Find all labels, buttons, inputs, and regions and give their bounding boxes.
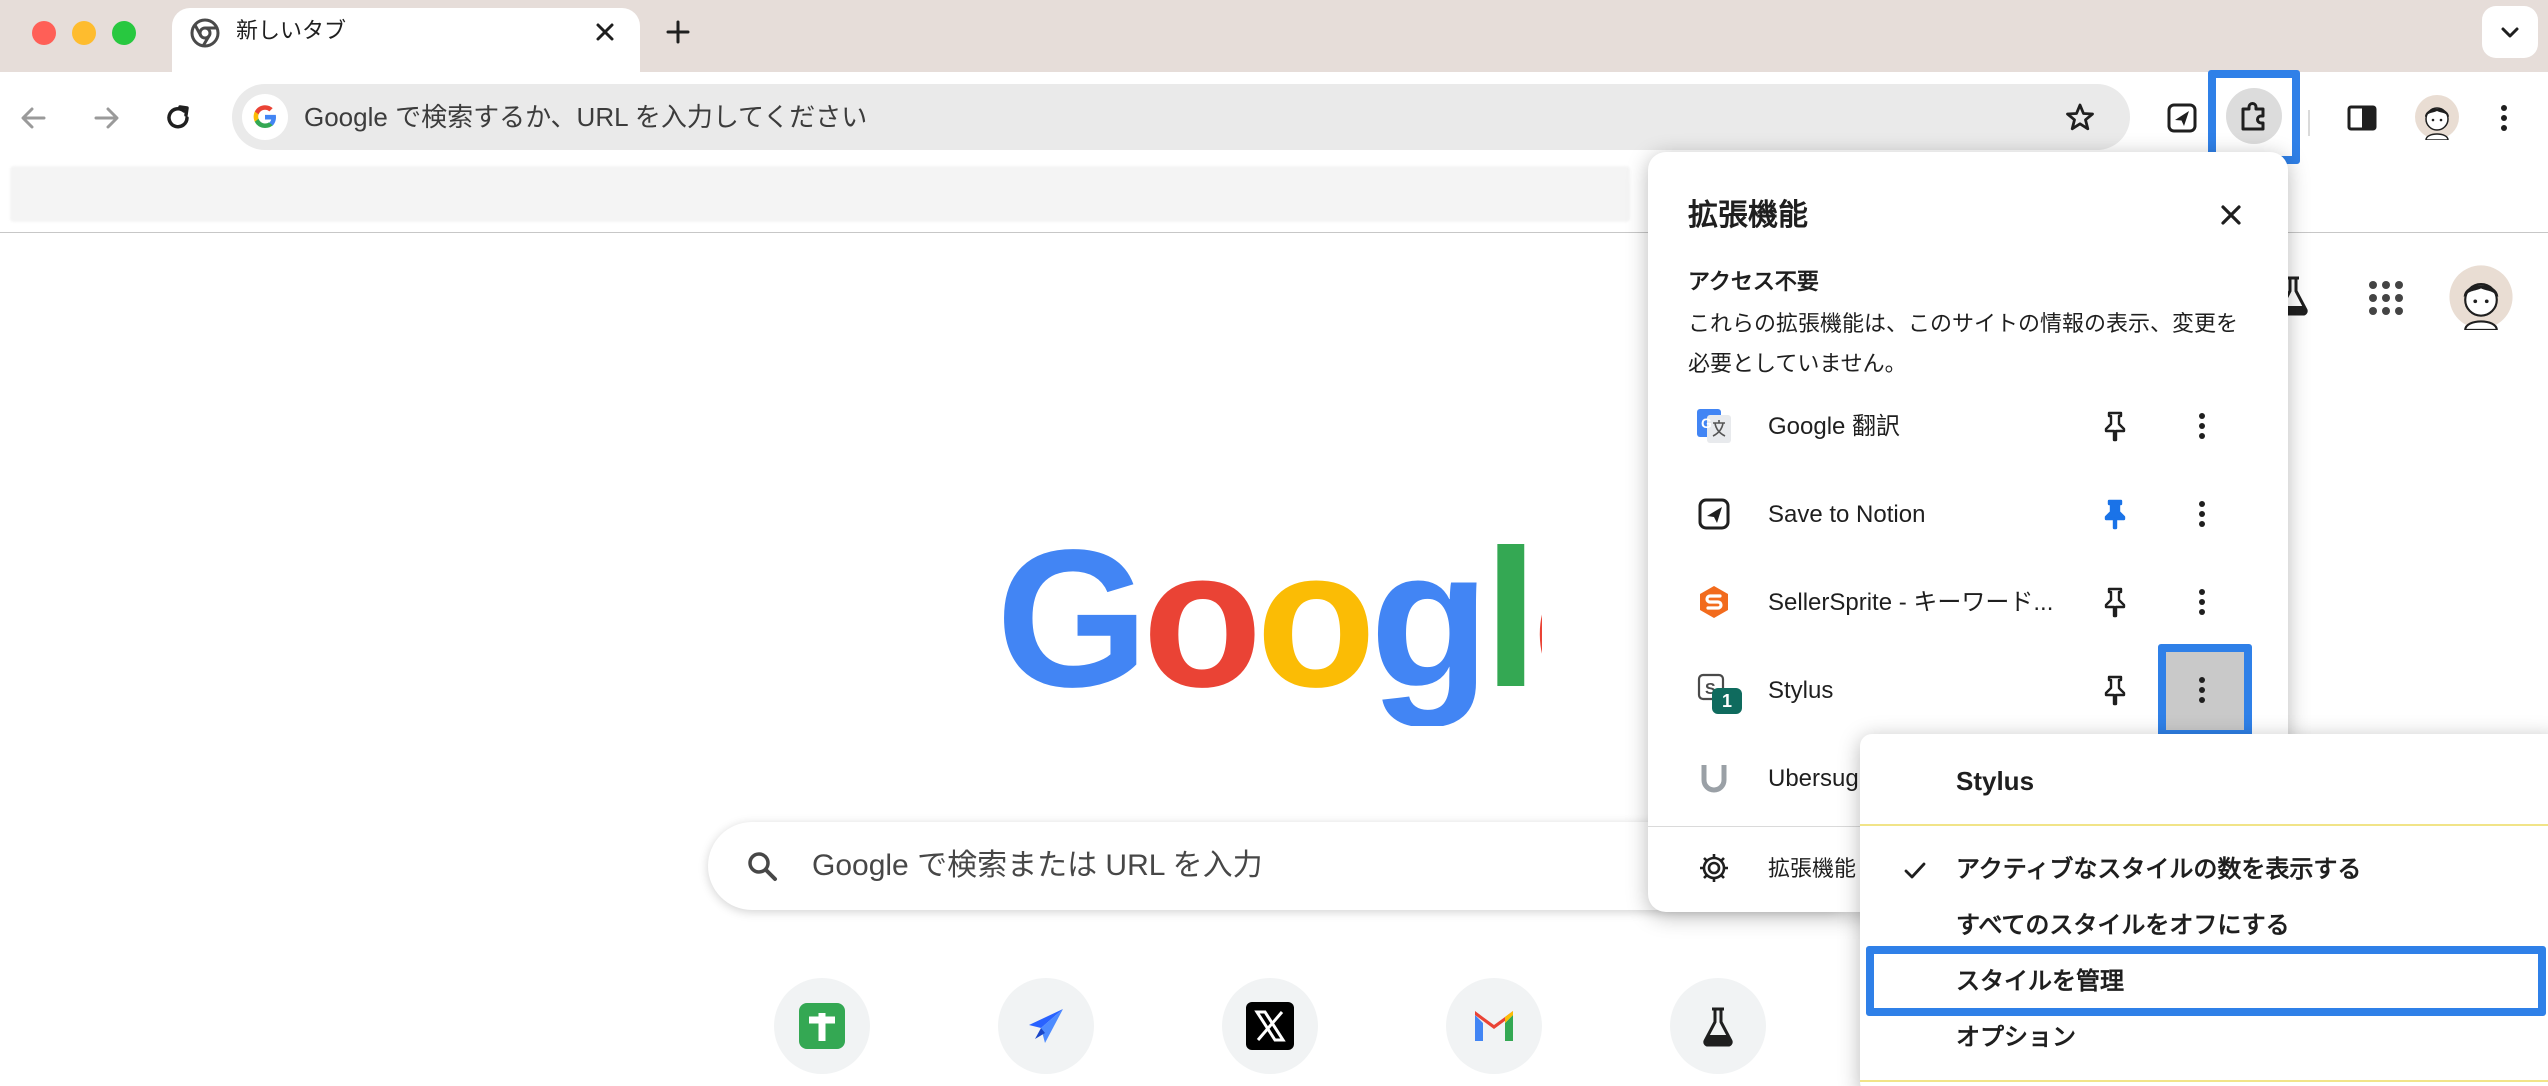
pin-filled-icon[interactable]: [2100, 498, 2130, 530]
omnibox-placeholder: Google で検索するか、URL を入力してください: [304, 102, 868, 132]
window-zoom-button[interactable]: [112, 21, 136, 45]
ubersuggest-icon: [1696, 760, 1732, 796]
extension-row-google-translate[interactable]: [1668, 396, 2268, 456]
green-plus-icon: [799, 1003, 845, 1049]
search-icon: [744, 848, 780, 884]
chrome-icon: [190, 18, 220, 48]
flask-icon: [1703, 1007, 1733, 1047]
extension-name: Google 翻訳: [1768, 413, 1901, 440]
extension-name: Stylus: [1768, 677, 1834, 704]
chevron-down-icon: [2501, 27, 2519, 38]
pin-icon[interactable]: [2100, 674, 2130, 706]
shortcut-tile-4[interactable]: [1446, 978, 1542, 1074]
tab-search-button[interactable]: [2482, 6, 2538, 58]
extension-row-save-to-notion[interactable]: [1668, 484, 2268, 544]
window-minimize-button[interactable]: [72, 21, 96, 45]
toolbar-separator: [2308, 110, 2310, 136]
more-vert-icon[interactable]: [2192, 406, 2212, 446]
more-vert-icon[interactable]: [2192, 670, 2212, 710]
menu-item-manage-styles[interactable]: スタイルを管理: [1956, 966, 2124, 998]
menu-item-show-active-count[interactable]: アクティブなスタイルの数を表示する: [1956, 854, 2361, 886]
more-vert-icon[interactable]: [2192, 582, 2212, 622]
gmail-icon: [1475, 1011, 1513, 1041]
extension-name: Save to Notion: [1768, 501, 1926, 528]
google-translate-icon: G: [1696, 408, 1732, 444]
extensions-section-heading: アクセス不要: [1688, 269, 1819, 294]
shortcut-tile-1[interactable]: [774, 978, 870, 1074]
save-to-notion-toolbar-icon[interactable]: [2164, 100, 2200, 136]
google-logo-letter-4: g: [1370, 536, 1484, 726]
shortcut-tile-2[interactable]: [998, 978, 1094, 1074]
paper-plane-icon: [1029, 1009, 1063, 1043]
svg-text:Google: Google: [996, 536, 1542, 726]
shortcut-tile-5[interactable]: [1670, 978, 1766, 1074]
close-icon[interactable]: [2214, 198, 2248, 232]
window-close-button[interactable]: [32, 21, 56, 45]
google-logo: Google: [996, 536, 1542, 726]
manage-extensions-label[interactable]: 拡張機能: [1768, 854, 1856, 884]
ntp-search-placeholder: Google で検索または URL を入力: [812, 849, 1263, 882]
context-menu-separator: [1860, 824, 2548, 826]
pin-icon[interactable]: [2100, 586, 2130, 618]
stylus-badge: 1: [1712, 688, 1742, 714]
extensions-section-description: これらの拡張機能は、このサイトの情報の表示、変更を必要としていません。: [1688, 311, 2239, 376]
tab-title: 新しいタブ: [236, 18, 347, 43]
extension-name: SellerSprite - キーワード...: [1768, 589, 2054, 616]
google-g-icon: [242, 94, 288, 140]
context-menu-header: Stylus: [1956, 766, 2035, 796]
svg-text:G: G: [1701, 415, 1712, 431]
extensions-panel-title: 拡張機能: [1688, 199, 1808, 232]
reload-icon[interactable]: [160, 100, 196, 136]
extension-name: Ubersug: [1768, 765, 1859, 792]
google-logo-letter-5: l: [1484, 536, 1532, 726]
context-menu-separator: [1860, 1080, 2548, 1082]
ntp-account-avatar[interactable]: [2448, 264, 2514, 330]
side-panel-icon[interactable]: [2344, 100, 2380, 136]
new-tab-plus-icon[interactable]: [662, 16, 694, 48]
google-logo-letter-3: o: [1256, 536, 1370, 726]
bookmark-star-icon[interactable]: [2062, 100, 2098, 136]
extensions-button-highlight: [2208, 70, 2300, 164]
x-logo-icon: [1246, 1002, 1294, 1050]
google-logo-letter-2: o: [1142, 536, 1256, 726]
menu-item-disable-all-styles[interactable]: すべてのスタイルをオフにする: [1956, 910, 2290, 942]
more-vert-icon[interactable]: [2192, 494, 2212, 534]
google-logo-letter-6: e: [1532, 536, 1542, 726]
google-logo-letter-1: G: [996, 536, 1142, 726]
bookmarks-bar-blurred: [10, 166, 1630, 222]
save-to-notion-icon: [1696, 496, 1732, 532]
back-arrow-icon[interactable]: [16, 100, 52, 136]
shortcut-tile-3[interactable]: [1222, 978, 1318, 1074]
pin-icon[interactable]: [2100, 410, 2130, 442]
profile-avatar[interactable]: [2414, 94, 2460, 140]
check-icon: [1900, 856, 1930, 886]
menu-item-options[interactable]: オプション: [1956, 1022, 2076, 1054]
sellersprite-icon: [1696, 584, 1732, 620]
gear-icon: [1696, 850, 1732, 886]
chrome-menu-icon[interactable]: [2496, 100, 2512, 136]
tab-close-icon[interactable]: [590, 17, 620, 47]
google-apps-grid-icon[interactable]: [2366, 278, 2406, 318]
forward-arrow-icon[interactable]: [88, 100, 124, 136]
